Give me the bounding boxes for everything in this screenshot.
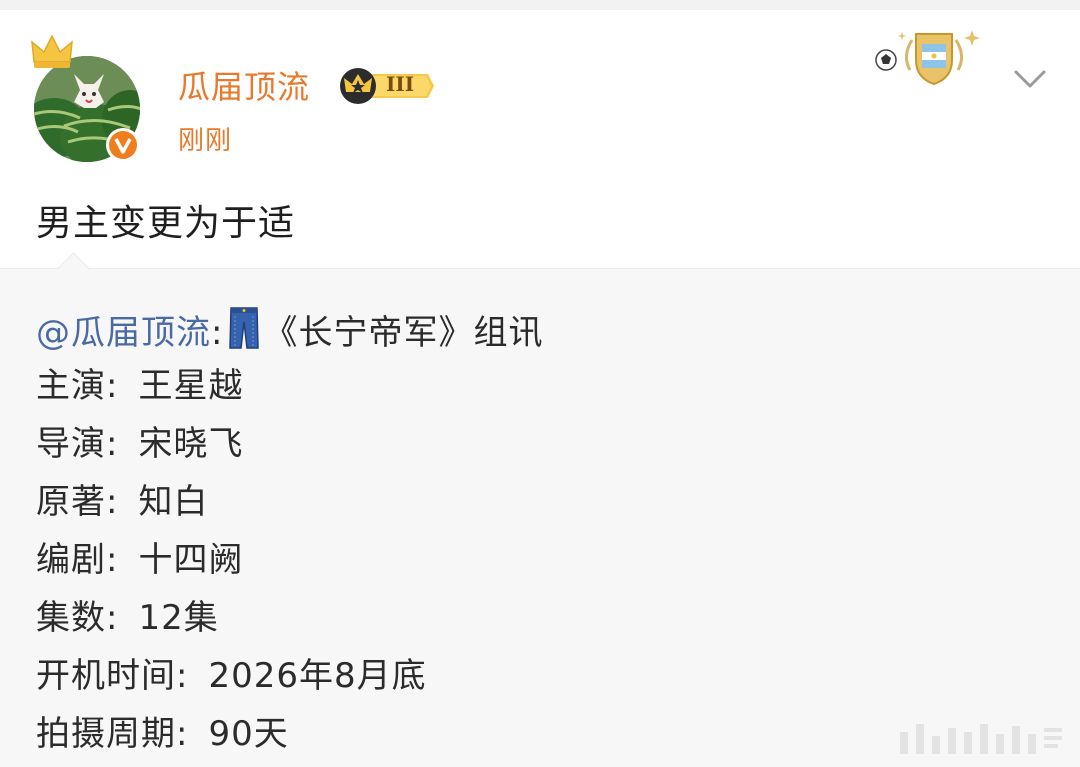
line-value: 90天	[208, 714, 289, 754]
repost-line-start-date: 开机时间: 2026年8月底	[36, 652, 427, 700]
line-key: 导演:	[36, 424, 119, 464]
post-text: 男主变更为于适	[36, 203, 296, 244]
line-key: 原著:	[36, 482, 119, 522]
mention-link[interactable]: @瓜届顶流	[36, 313, 211, 353]
repost-title: 《长宁帝军》组讯	[263, 313, 544, 353]
repost-line-lead: 主演: 王星越	[36, 362, 243, 410]
top-divider	[0, 0, 1080, 10]
line-key: 集数:	[36, 598, 119, 638]
repost-line-screenwriter: 编剧: 十四阙	[36, 536, 243, 584]
author-name[interactable]: 瓜届顶流	[178, 62, 310, 108]
football-fan-badge-icon[interactable]	[872, 26, 982, 90]
line-value: 2026年8月底	[208, 656, 427, 696]
crown-icon	[28, 32, 76, 72]
repost-line-director: 导演: 宋晓飞	[36, 420, 243, 468]
line-value: 王星越	[138, 366, 244, 406]
watermark-icon	[890, 714, 1070, 762]
line-key: 主演:	[36, 366, 119, 406]
line-key: 开机时间:	[36, 656, 189, 696]
repost-title-line: @瓜届顶流: 《长宁帝军》组讯	[36, 306, 543, 354]
verified-v-icon	[106, 128, 140, 162]
vip-level-badge-icon[interactable]: III	[336, 66, 436, 106]
mention-colon: :	[211, 313, 224, 353]
post-card: 瓜届顶流 III 刚刚 男主变更为于适	[0, 10, 1080, 268]
post-time[interactable]: 刚刚	[178, 120, 232, 157]
line-value: 十四阙	[138, 540, 244, 580]
repost-line-shooting-period: 拍摄周期: 90天	[36, 710, 289, 758]
line-value: 12集	[138, 598, 219, 638]
line-value: 宋晓飞	[138, 424, 244, 464]
jeans-emoji-icon	[227, 306, 261, 350]
avatar-container[interactable]	[28, 32, 148, 162]
chevron-down-icon[interactable]	[1008, 62, 1052, 98]
repost-line-original: 原著: 知白	[36, 478, 208, 526]
line-key: 拍摄周期:	[36, 714, 189, 754]
repost-line-episodes: 集数: 12集	[36, 594, 219, 642]
line-key: 编剧:	[36, 540, 119, 580]
vip-level-label: III	[386, 72, 415, 96]
line-value: 知白	[138, 482, 209, 522]
